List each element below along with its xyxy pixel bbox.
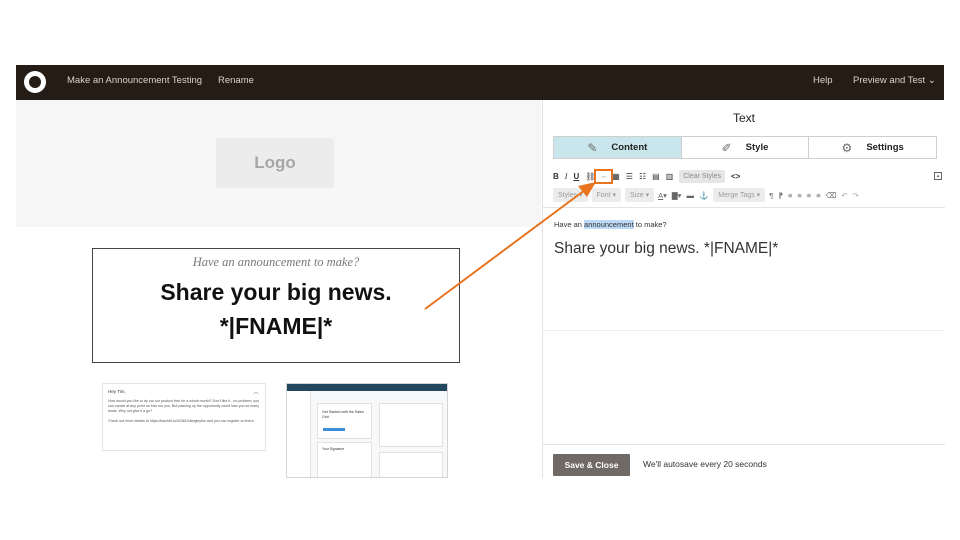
thumb-card-3: Your Signature xyxy=(317,442,372,477)
panel-title: Text xyxy=(732,111,755,125)
thumb-section-label: Your Signature xyxy=(322,447,345,451)
pencil-icon: ✎ xyxy=(587,140,598,155)
chevron-down-icon: ⌄ xyxy=(927,75,936,86)
save-and-close-button[interactable]: Save & Close xyxy=(553,454,630,476)
image-icon[interactable]: ▦ xyxy=(612,172,620,181)
thumb-nav-bar xyxy=(287,384,447,391)
numbered-list-icon[interactable]: ☰ xyxy=(626,172,633,181)
expand-icon[interactable]: ▴ xyxy=(934,172,942,180)
logo-block[interactable]: Logo xyxy=(16,100,541,227)
preview-label: Preview and Test xyxy=(853,75,926,86)
mailchimp-logo-icon[interactable] xyxy=(24,71,46,93)
text-color-icon[interactable]: A▾ xyxy=(658,191,667,200)
merge-tags-select[interactable]: Merge Tags ▾ xyxy=(713,188,766,202)
thumb-greeting: Hey Tim, xyxy=(108,389,126,394)
brush-icon: ✐ xyxy=(721,140,732,155)
editor-sub-after: to make? xyxy=(633,220,667,229)
app-window: Make an Announcement Testing Rename Help… xyxy=(0,0,960,540)
font-select-label: Font xyxy=(596,192,611,199)
editor-subheading[interactable]: Have an announcement to make? xyxy=(554,220,667,229)
thumb-sidebar xyxy=(287,391,311,477)
paste-text-icon[interactable]: ▥ xyxy=(666,172,674,181)
thumb-card-4 xyxy=(379,452,443,477)
styles-select-label: Styles xyxy=(558,192,578,199)
editor-bottom-divider xyxy=(543,330,945,331)
tab-style[interactable]: ✐ Style xyxy=(682,137,810,158)
chevron-up-icon: ︿ xyxy=(252,390,259,396)
paragraph-ltr-icon[interactable]: ¶ xyxy=(769,191,773,200)
app-screenshot-thumbnail[interactable]: Get Started with the Sales Grid Your Sig… xyxy=(286,383,448,478)
tab-content[interactable]: ✎ Content xyxy=(554,137,682,158)
footer-divider xyxy=(543,444,945,445)
font-select[interactable]: Font ▾ xyxy=(591,188,622,202)
thumb-card: Get Started with the Sales Grid xyxy=(317,403,372,439)
top-bar: Make an Announcement Testing Rename Help… xyxy=(16,65,944,100)
selected-word: announcement xyxy=(584,220,634,229)
link-button-highlight xyxy=(594,169,613,184)
help-link[interactable]: Help xyxy=(813,75,833,86)
tab-label: Content xyxy=(611,142,648,153)
panel-tabs: ✎ Content ✐ Style ⚙ Settings xyxy=(553,136,937,159)
text-block-heading: Share your big news. *|FNAME|* xyxy=(160,279,392,339)
bulleted-list-icon[interactable]: ☷ xyxy=(639,172,646,181)
thumb-button xyxy=(323,428,345,431)
redo-icon[interactable]: ↷ xyxy=(852,191,858,200)
thumb-body-2: Check out more details at https://kamidi… xyxy=(108,419,255,423)
toolbar-row-1: B I U ⛓ ⌁ ▦ ☰ ☷ ▤ ▥ Clear Styles <> xyxy=(553,168,746,184)
rename-link[interactable]: Rename xyxy=(218,75,254,86)
align-right-icon[interactable]: ≡ xyxy=(807,191,811,200)
gear-icon: ⚙ xyxy=(841,140,853,155)
anchor-icon[interactable]: ⚓ xyxy=(699,191,708,200)
selected-text-block[interactable]: Have an announcement to make? Share your… xyxy=(92,248,460,363)
text-editor-panel: Text ✎ Content ✐ Style ⚙ Settings B I U … xyxy=(542,100,945,478)
thumb-card-title: Get Started with the Sales Grid xyxy=(322,410,364,419)
align-left-icon[interactable]: ≡ xyxy=(788,191,792,200)
autosave-notice: We'll autosave every 20 seconds xyxy=(643,459,767,469)
bold-button[interactable]: B xyxy=(553,172,559,181)
horizontal-rule-icon[interactable]: ▬ xyxy=(686,191,694,200)
thumb-body: How would you like to try out our produc… xyxy=(108,399,260,413)
editor-sub-before: Have an xyxy=(554,220,585,229)
toolbar-row-2: Styles ▾ Font ▾ Size ▾ A▾ ▇▾ ▬ ⚓ Merge T… xyxy=(553,187,864,203)
editor-heading[interactable]: Share your big news. *|FNAME|* xyxy=(554,240,778,258)
divider xyxy=(543,207,945,208)
remove-format-icon[interactable]: ⌫ xyxy=(826,191,837,200)
email-preview-thumbnail[interactable]: ︿ Hey Tim, How would you like to try out… xyxy=(102,383,266,451)
background-color-icon[interactable]: ▇▾ xyxy=(672,191,682,200)
tab-label: Style xyxy=(745,142,769,153)
email-canvas: Logo Have an announcement to make? Share… xyxy=(16,100,541,478)
source-code-icon[interactable]: <> xyxy=(731,172,740,181)
undo-icon[interactable]: ↶ xyxy=(841,191,847,200)
size-select-label: Size xyxy=(630,192,644,199)
italic-button[interactable]: I xyxy=(565,172,568,181)
tab-label: Settings xyxy=(866,142,904,153)
text-block-subheading: Have an announcement to make? xyxy=(192,255,360,269)
tab-settings[interactable]: ⚙ Settings xyxy=(809,137,936,158)
underline-button[interactable]: U xyxy=(573,172,579,181)
size-select[interactable]: Size ▾ xyxy=(625,188,655,202)
align-justify-icon[interactable]: ≡ xyxy=(816,191,820,200)
logo-placeholder[interactable]: Logo xyxy=(216,138,334,188)
thumb-card-2 xyxy=(379,403,443,447)
styles-select[interactable]: Styles ▾ xyxy=(553,188,588,202)
align-center-icon[interactable]: ≡ xyxy=(797,191,801,200)
merge-tags-label: Merge Tags xyxy=(718,192,755,199)
preview-and-test-button[interactable]: Preview and Test ⌄ xyxy=(853,75,936,86)
paste-icon[interactable]: ▤ xyxy=(652,172,660,181)
paragraph-rtl-icon[interactable]: ⁋ xyxy=(778,191,783,200)
campaign-title: Make an Announcement Testing xyxy=(67,75,203,86)
clear-styles-button[interactable]: Clear Styles xyxy=(679,169,725,183)
